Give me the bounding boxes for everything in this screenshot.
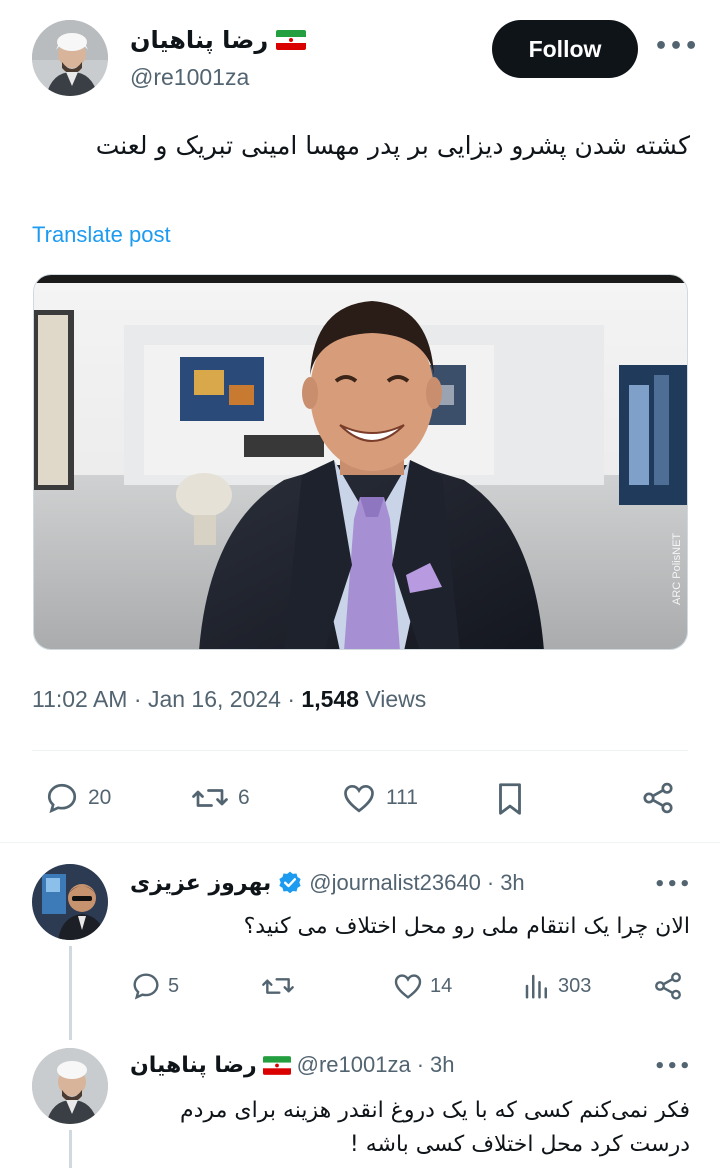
divider [32,750,688,751]
reply-count: 20 [88,786,112,809]
repost-button[interactable]: 6 [190,780,250,816]
reply-button[interactable]: 20 [44,780,111,816]
share-button[interactable] [640,780,676,816]
media-watermark: ARC PolisNET [671,533,683,605]
more-options-icon[interactable]: ••• [654,34,699,59]
reply-1-views-count: 303 [558,974,592,997]
bookmark-button[interactable] [494,780,526,818]
reply-1-time[interactable]: 3h [500,870,524,896]
author-avatar[interactable] [32,20,108,96]
reply-1-views-button[interactable]: 303 [522,970,591,1002]
separator-dot: · [416,1052,425,1077]
reply-1-handle[interactable]: @journalist23640 [309,870,481,896]
tweet-actions: 20 6 111 [0,770,720,826]
like-count: 111 [386,786,418,809]
iran-flag-icon [262,1055,291,1075]
reply-2-name-row: رضا پناهیان @re1001za · 3h [130,1052,455,1078]
reply-1-name-row: بهروز عزیزی @journalist23640 · 3h [130,870,525,896]
follow-button[interactable]: Follow [492,20,638,78]
reply-1-author-name[interactable]: بهروز عزیزی [130,871,271,896]
analytics-icon [525,974,547,999]
reply-1-like-count: 14 [430,974,453,997]
heart-icon [344,784,374,813]
reply-1-like-button[interactable]: 14 [392,970,452,1002]
tweet-time[interactable]: 11:02 AM [32,686,127,712]
thread-line [69,1130,72,1168]
reply-2-more-icon[interactable]: ••• [654,1056,692,1077]
separator-dot: · [486,870,495,895]
reply-1-avatar[interactable] [32,864,108,940]
divider [0,842,720,843]
tweet-meta: 11:02 AM · Jan 16, 2024 · 1,548 Views [32,686,426,713]
repost-icon [192,789,228,807]
author-name[interactable]: رضا پناهیان [130,26,268,54]
translate-post-link[interactable]: Translate post [32,222,171,248]
reply-2-avatar[interactable] [32,1048,108,1124]
meta-separator: · [133,686,148,712]
reply-1-reply-count: 5 [168,974,180,997]
reply-2-handle[interactable]: @re1001za [297,1052,411,1078]
reply-1-more-icon[interactable]: ••• [654,874,692,895]
reply-1-text: الان چرا یک انتقام ملی رو محل اختلاف می … [243,914,690,939]
reply-1-reply-button[interactable]: 5 [130,970,179,1002]
views-label: Views [365,686,427,712]
reply-2-author-name[interactable]: رضا پناهیان [130,1053,257,1078]
reply-1-share-button[interactable] [652,970,684,1002]
reply-2-time[interactable]: 3h [430,1052,454,1078]
reply-icon [133,973,159,1000]
tweet-media-image[interactable]: ARC PolisNET [33,274,688,650]
tweet-text: کشته شدن پشرو دیزایی بر پدر مهسا امینی ت… [95,131,690,160]
iran-flag-icon [276,30,307,50]
tweet-header: رضا پناهیان @re1001za Follow ••• [0,0,720,110]
thread-line [69,946,72,1040]
share-icon [643,782,673,814]
repost-icon [262,978,294,994]
reply-1-repost-button[interactable] [260,970,296,1002]
tweet-date[interactable]: Jan 16, 2024 [148,686,281,712]
reply-2-text: فکر نمی‌کنم کسی که با یک دروغ انقدر هزین… [180,1098,690,1157]
like-button[interactable]: 111 [340,780,418,816]
heart-icon [394,974,422,999]
meta-separator: · [287,686,302,712]
share-icon [655,972,681,1000]
author-name-row: رضا پناهیان [130,26,307,54]
views-count: 1,548 [301,686,359,712]
reply-icon [47,783,77,814]
bookmark-icon [499,783,521,815]
author-handle[interactable]: @re1001za [130,64,249,91]
repost-count: 6 [238,786,250,809]
verified-badge-icon [279,871,301,894]
